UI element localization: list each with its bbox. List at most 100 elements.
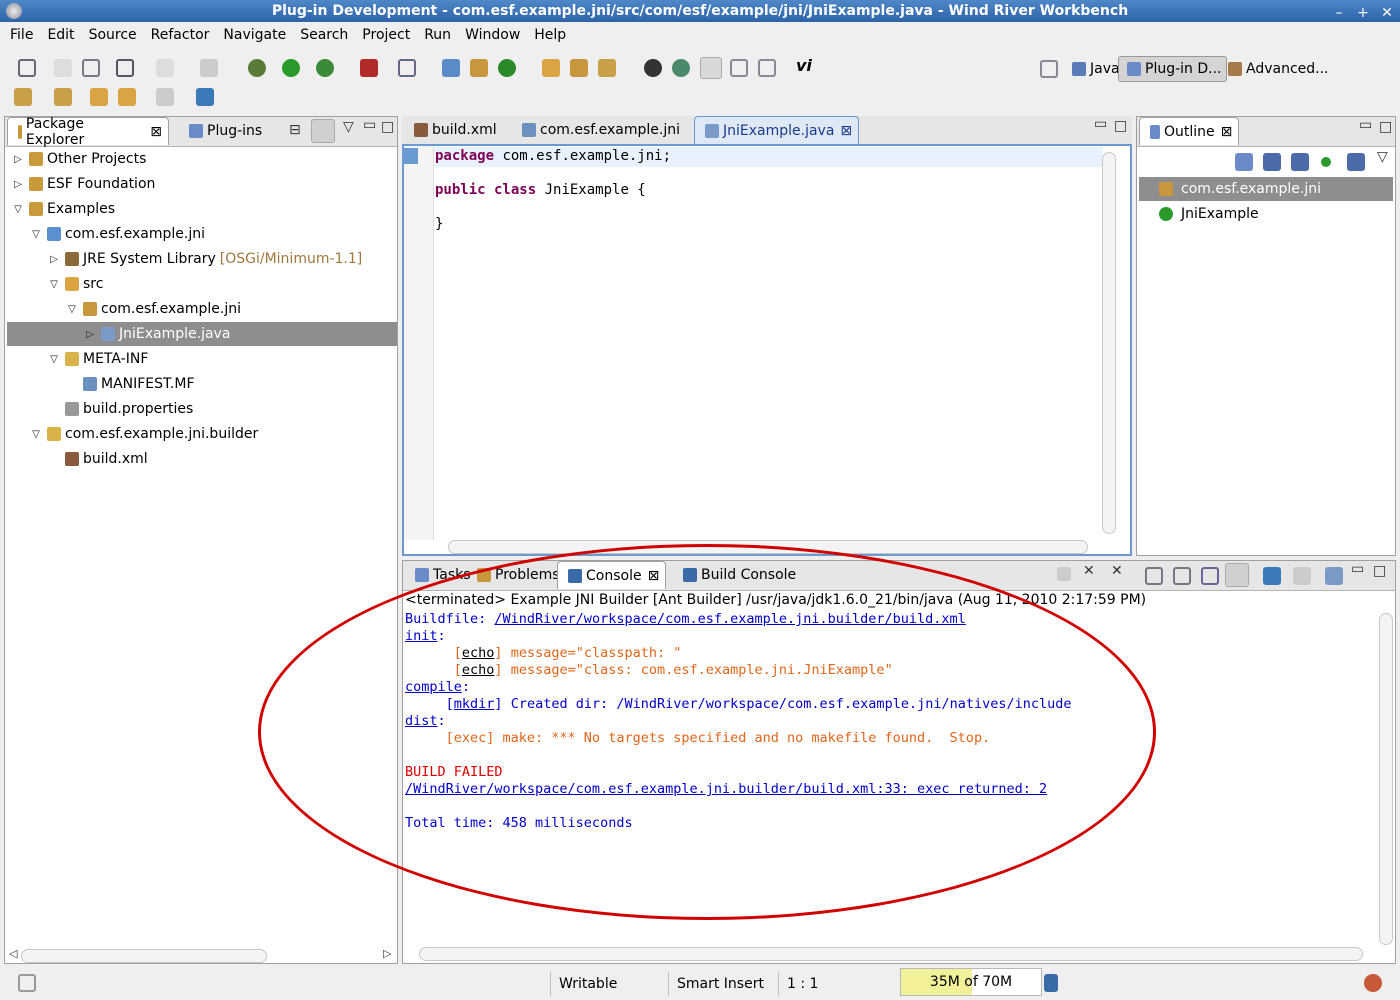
progress-icon[interactable] [1364, 974, 1382, 992]
perspective-advanced[interactable]: Advanced... [1220, 56, 1333, 82]
tree-item[interactable]: ▷ JRE System Library [OSGi/Minimum-1.1] [7, 247, 397, 271]
new-package-icon[interactable] [442, 59, 460, 77]
echo-link[interactable]: echo [462, 662, 495, 678]
expand-icon[interactable]: ▷ [11, 179, 25, 190]
annotation-icon[interactable] [672, 59, 690, 77]
tree-item[interactable]: ▽ Examples [7, 197, 397, 221]
maximize-view-icon[interactable]: □ [1373, 563, 1386, 579]
menu-edit[interactable]: Edit [47, 27, 82, 43]
vi-icon[interactable]: vi [796, 56, 812, 75]
build-icon[interactable] [200, 59, 218, 77]
target-compile-link[interactable]: compile [405, 679, 462, 695]
new-icon[interactable] [18, 59, 36, 77]
maximize-icon[interactable]: + [1356, 2, 1370, 24]
close-tab-icon[interactable]: ⊠ [1221, 124, 1233, 140]
external-tools-icon[interactable] [316, 59, 334, 77]
java-editor[interactable]: package com.esf.example.jni; public clas… [402, 144, 1132, 556]
tab-package-explorer[interactable]: Package Explorer ⊠ [7, 116, 169, 148]
open-task-icon[interactable] [570, 59, 588, 77]
console-vertical-scrollbar[interactable] [1379, 613, 1393, 945]
perspective-plugin-development[interactable]: Plug-in D... [1118, 56, 1227, 82]
buildfile-link[interactable]: /WindRiver/workspace/com.esf.example.jni… [494, 611, 965, 627]
expand-icon[interactable]: ▷ [83, 329, 97, 340]
menu-help[interactable]: Help [534, 27, 574, 43]
collapse-all-icon[interactable]: ⊟ [289, 122, 301, 138]
minimize-view-icon[interactable]: ▭ [1359, 117, 1372, 133]
last-edit-icon[interactable] [90, 88, 108, 106]
editor-horizontal-scrollbar[interactable] [448, 540, 1088, 554]
view-menu-icon[interactable]: ▽ [343, 119, 354, 135]
outline-item-package[interactable]: com.esf.example.jni [1139, 177, 1393, 201]
scroll-lock-icon[interactable] [1173, 567, 1191, 585]
tab-problems[interactable]: Problems [467, 561, 566, 589]
heap-status[interactable]: 35M of 70M [900, 968, 1042, 996]
remove-all-terminated-icon[interactable]: ✕ [1111, 563, 1123, 579]
tab-outline[interactable]: Outline ⊠ [1139, 117, 1240, 145]
show-on-output-icon[interactable] [1201, 567, 1219, 585]
tree-item[interactable]: ▷ JniExample.java [7, 322, 397, 346]
view-menu-icon[interactable]: ▽ [1377, 149, 1388, 165]
reports-icon[interactable] [398, 59, 416, 77]
tab-jniexample-java[interactable]: JniExample.java ⊠ [694, 116, 860, 144]
open-type-icon[interactable] [542, 59, 560, 77]
maximize-view-icon[interactable]: □ [381, 119, 394, 135]
hide-static-icon[interactable] [1291, 153, 1309, 171]
close-icon[interactable]: ✕ [1380, 2, 1394, 24]
terminate-icon[interactable] [1057, 567, 1071, 581]
target-dist-link[interactable]: dist [405, 713, 438, 729]
console-horizontal-scrollbar[interactable] [419, 947, 1363, 961]
mark-occurrences-icon[interactable] [700, 57, 722, 79]
minimize-editor-icon[interactable]: ▭ [1094, 116, 1107, 132]
menu-project[interactable]: Project [362, 27, 418, 43]
previous-annotation-icon[interactable] [54, 88, 72, 106]
binary-icon[interactable] [116, 59, 134, 77]
display-console-icon[interactable] [1293, 567, 1311, 585]
forward-icon[interactable] [156, 88, 174, 106]
debug-icon[interactable] [248, 59, 266, 77]
tab-plugin-manifest[interactable]: com.esf.example.jni [512, 116, 686, 144]
maximize-editor-icon[interactable]: □ [1114, 118, 1127, 134]
menu-source[interactable]: Source [89, 27, 145, 43]
tab-console[interactable]: Console ⊠ [557, 561, 667, 589]
expand-icon[interactable]: ▷ [11, 154, 25, 165]
remove-launch-icon[interactable]: ✕ [1083, 563, 1095, 579]
tree-item[interactable]: ▽ META-INF [7, 347, 397, 371]
menu-search[interactable]: Search [300, 27, 356, 43]
show-on-error-icon[interactable] [1225, 563, 1249, 587]
sort-icon[interactable] [1235, 153, 1253, 171]
target-icon[interactable] [156, 59, 174, 77]
menu-file[interactable]: File [10, 27, 41, 43]
expand-icon[interactable]: ▷ [47, 254, 61, 265]
run-icon[interactable] [282, 59, 300, 77]
collapse-icon[interactable]: ▽ [47, 279, 61, 290]
minimize-view-icon[interactable]: ▭ [363, 117, 376, 133]
print-icon[interactable] [82, 59, 100, 77]
tree-item[interactable]: build.properties [7, 397, 397, 421]
close-tab-icon[interactable]: ⊠ [150, 124, 162, 140]
new-interface-icon[interactable] [498, 59, 516, 77]
profile-icon[interactable] [360, 59, 378, 77]
tab-build-xml[interactable]: build.xml [404, 116, 503, 144]
close-tab-icon[interactable]: ⊠ [648, 568, 660, 584]
maximize-view-icon[interactable]: □ [1379, 119, 1392, 135]
menu-run[interactable]: Run [424, 27, 459, 43]
tree-item[interactable]: ▽ com.esf.example.jni [7, 297, 397, 321]
menu-navigate[interactable]: Navigate [223, 27, 294, 43]
tree-item[interactable]: ▽ com.esf.example.jni [7, 222, 397, 246]
mkdir-link[interactable]: mkdir [454, 696, 495, 712]
link-with-editor-icon[interactable] [311, 119, 335, 143]
pin-icon[interactable] [196, 88, 214, 106]
collapse-icon[interactable]: ▽ [29, 229, 43, 240]
scroll-right-icon[interactable]: ▷ [383, 947, 391, 960]
outline-item-class[interactable]: JniExample [1139, 202, 1393, 226]
minimize-view-icon[interactable]: ▭ [1351, 561, 1364, 577]
tree-item[interactable]: ▽ com.esf.example.jni.builder [7, 422, 397, 446]
show-whitespace-icon[interactable] [758, 59, 776, 77]
perspective-java[interactable]: Java [1064, 56, 1124, 82]
save-icon[interactable] [54, 59, 72, 77]
tree-item[interactable]: ▷ Other Projects [7, 147, 397, 171]
tree-item[interactable]: MANIFEST.MF [7, 372, 397, 396]
editor-vertical-scrollbar[interactable] [1102, 152, 1116, 534]
close-tab-icon[interactable]: ⊠ [840, 123, 852, 139]
tree-item[interactable]: ▷ ESF Foundation [7, 172, 397, 196]
